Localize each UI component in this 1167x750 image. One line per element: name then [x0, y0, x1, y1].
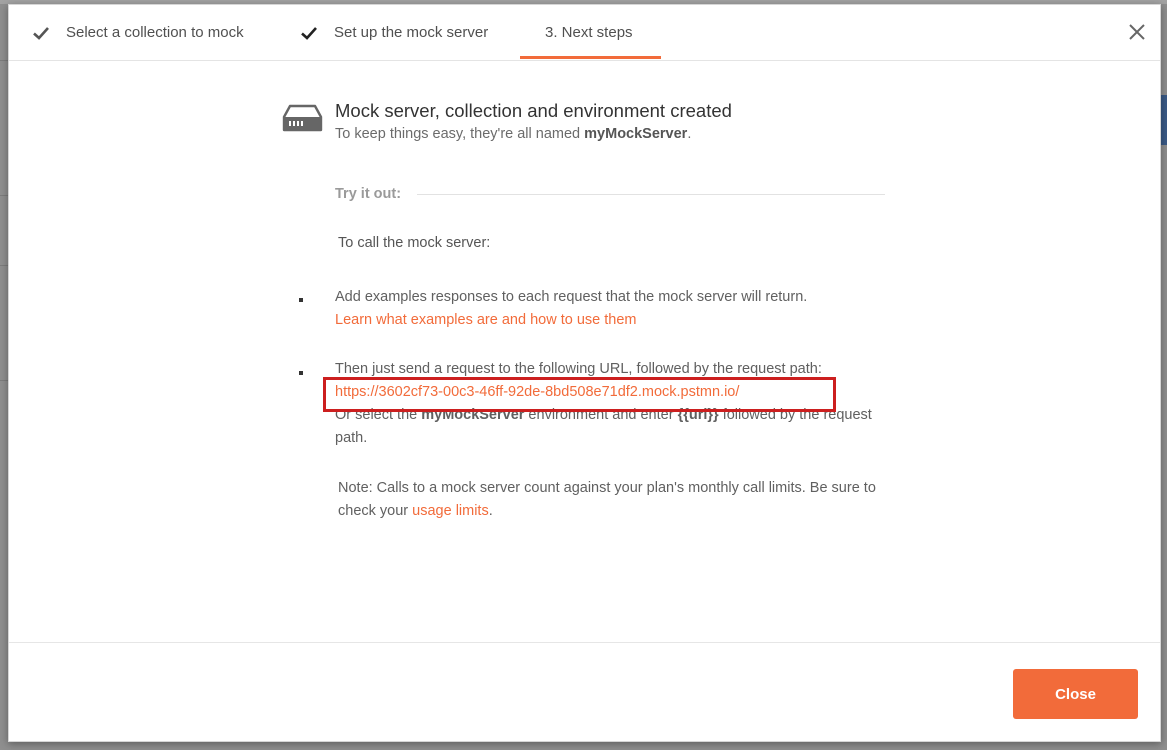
- background-divider: [0, 380, 8, 381]
- usage-note: Note: Calls to a mock server count again…: [338, 477, 883, 523]
- call-instructions: To call the mock server:: [338, 235, 491, 251]
- url-highlight-box: [323, 377, 836, 412]
- subtitle-suffix: .: [687, 126, 692, 142]
- note-suffix: .: [488, 503, 493, 519]
- step-label: Select a collection to mock: [66, 24, 244, 41]
- background-divider: [0, 195, 8, 196]
- wizard-step-bar: Select a collection to mock Set up the m…: [9, 5, 1160, 61]
- background-divider: [0, 60, 8, 61]
- active-step-indicator: [520, 56, 661, 59]
- background-button: [1161, 95, 1167, 145]
- step-next-steps[interactable]: 3. Next steps: [545, 5, 633, 60]
- step-add-examples: Add examples responses to each request t…: [335, 286, 875, 332]
- mock-server-name: myMockServer: [584, 126, 688, 142]
- footer-divider: [9, 642, 1160, 643]
- subtitle-text: To keep things easy, they're all named: [335, 126, 585, 142]
- step-label: 3. Next steps: [545, 24, 633, 41]
- bullet-marker: [299, 371, 303, 375]
- usage-limits-link[interactable]: usage limits: [412, 503, 489, 519]
- step-select-collection[interactable]: Select a collection to mock: [32, 5, 244, 60]
- success-subtitle: To keep things easy, they're all named m…: [335, 126, 691, 142]
- step-setup-mock-server[interactable]: Set up the mock server: [300, 5, 488, 60]
- step-label: Set up the mock server: [334, 24, 489, 41]
- close-icon[interactable]: [1128, 23, 1146, 41]
- success-title: Mock server, collection and environment …: [335, 100, 732, 121]
- section-divider: [417, 194, 885, 195]
- check-icon: [33, 26, 49, 40]
- close-button[interactable]: Close: [1013, 669, 1138, 719]
- check-icon: [301, 26, 317, 40]
- bullet-marker: [299, 298, 303, 302]
- try-it-out-label: Try it out:: [335, 186, 402, 202]
- learn-examples-link[interactable]: Learn what examples are and how to use t…: [335, 312, 636, 328]
- step-add-examples-text: Add examples responses to each request t…: [335, 289, 808, 305]
- background-divider: [0, 265, 8, 266]
- create-mock-server-modal: Select a collection to mock Set up the m…: [8, 4, 1161, 742]
- server-icon: [282, 104, 323, 132]
